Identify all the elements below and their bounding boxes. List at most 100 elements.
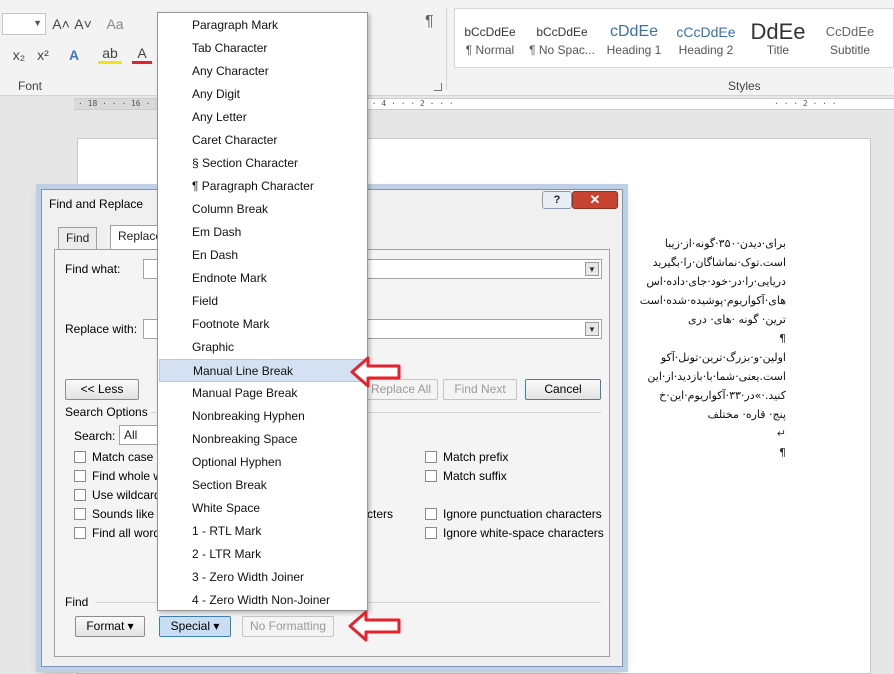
dialog-title: Find and Replace (49, 197, 144, 211)
menu-item-column-break[interactable]: Column Break (159, 198, 366, 221)
find-whole-words-checkbox[interactable] (74, 470, 86, 482)
doc-line: های·آکواریوم·پوشیده·شده·است (639, 294, 786, 307)
menu-item-section-break[interactable]: Section Break (159, 474, 366, 497)
help-button[interactable]: ? (542, 191, 572, 209)
menu-item-zero-width-non-joiner[interactable]: 4 - Zero Width Non-Joiner (159, 589, 366, 612)
find-all-word-forms-checkbox[interactable] (74, 527, 86, 539)
doc-line: برای·دیدن·۳۵۰·گونه·از·زیبا (664, 237, 786, 250)
menu-item-manual-line-break[interactable]: Manual Line Break (159, 359, 366, 382)
menu-item-endnote-mark[interactable]: Endnote Mark (159, 267, 366, 290)
menu-item-any-letter[interactable]: Any Letter (159, 106, 366, 129)
style-normal[interactable]: bCcDdEe ¶ Normal (455, 11, 525, 65)
match-prefix-checkbox[interactable] (425, 451, 437, 463)
use-wildcards-label: Use wildcard (92, 488, 161, 502)
doc-line: پنج· قاره· مختلف (707, 408, 787, 421)
style-heading-2[interactable]: cCcDdEe Heading 2 (671, 11, 741, 65)
menu-item-any-digit[interactable]: Any Digit (159, 83, 366, 106)
menu-item-en-dash[interactable]: En Dash (159, 244, 366, 267)
menu-item-nonbreaking-space[interactable]: Nonbreaking Space (159, 428, 366, 451)
menu-item-paragraph-character[interactable]: ¶ Paragraph Character (159, 175, 366, 198)
ignore-punctuation-label: Ignore punctuation characters (443, 507, 602, 521)
show-formatting-button[interactable]: ¶ (425, 13, 434, 31)
doc-line: اولین·و·بزرگ·ترین·تونل·آکو (660, 351, 786, 364)
style-no-spacing[interactable]: bCcDdEe ¶ No Spac... (527, 11, 597, 65)
find-whole-words-label: Find whole w (92, 469, 163, 483)
sounds-like-label: Sounds like ( (92, 507, 162, 521)
style-heading-1[interactable]: cDdEe Heading 1 (599, 11, 669, 65)
search-options-label: Search Options (65, 405, 148, 419)
styles-group-label: Styles (728, 79, 761, 93)
menu-item-optional-hyphen[interactable]: Optional Hyphen (159, 451, 366, 474)
paragraph-launcher-icon[interactable] (434, 83, 442, 91)
find-what-label: Find what: (65, 262, 121, 276)
find-section-label: Find (65, 595, 89, 609)
doc-line: کنید.·»در·۳۳·آکواریوم·این·خ (659, 389, 786, 402)
font-color-button[interactable]: A (132, 44, 152, 64)
menu-item-zero-width-joiner[interactable]: 3 - Zero Width Joiner (159, 566, 366, 589)
subscript-button[interactable]: x₂ (8, 44, 30, 66)
text-effects-button[interactable]: A (64, 44, 84, 66)
highlight-button[interactable]: ab (98, 44, 122, 64)
ruler-ticks-right: · · · 2 · · · (774, 99, 837, 108)
ignore-punctuation-checkbox[interactable] (425, 508, 437, 520)
doc-line: دریایی·را·در·خود·جای·داده·اس (646, 275, 786, 288)
no-formatting-button[interactable]: No Formatting (242, 616, 334, 637)
match-case-label: Match case (92, 450, 154, 464)
document-text[interactable]: برای·دیدن·۳۵۰·گونه·از·زیبا است.توک·نماشا… (610, 234, 786, 462)
sounds-like-label-tail: cters (367, 507, 394, 521)
special-button[interactable]: Special ▾ (159, 616, 231, 637)
style-subtitle[interactable]: CcDdEe Subtitle (815, 11, 885, 65)
menu-item-section-character[interactable]: § Section Character (159, 152, 366, 175)
menu-item-white-space[interactable]: White Space (159, 497, 366, 520)
cancel-button[interactable]: Cancel (525, 379, 601, 400)
menu-item-field[interactable]: Field (159, 290, 366, 313)
font-group-label: Font (18, 79, 43, 93)
doc-line: ترین· گونه ·های· دری (687, 313, 786, 326)
menu-item-ltr-mark[interactable]: 2 - LTR Mark (159, 543, 366, 566)
menu-item-paragraph-mark[interactable]: Paragraph Mark (159, 14, 366, 37)
menu-item-tab-character[interactable]: Tab Character (159, 37, 366, 60)
match-suffix-checkbox[interactable] (425, 470, 437, 482)
ignore-whitespace-label: Ignore white-space characters (443, 526, 604, 540)
menu-item-rtl-mark[interactable]: 1 - RTL Mark (159, 520, 366, 543)
match-prefix-label: Match prefix (443, 450, 509, 464)
menu-item-graphic[interactable]: Graphic (159, 336, 366, 359)
sounds-like-checkbox[interactable] (74, 508, 86, 520)
font-size-combo[interactable]: ▼ (2, 13, 46, 35)
tab-find[interactable]: Find (58, 227, 98, 249)
chevron-down-icon[interactable]: ▼ (585, 322, 599, 336)
menu-item-any-character[interactable]: Any Character (159, 60, 366, 83)
match-case-checkbox[interactable] (74, 451, 86, 463)
style-title[interactable]: DdEe Title (743, 11, 813, 65)
use-wildcards-checkbox[interactable] (74, 489, 86, 501)
menu-item-manual-page-break[interactable]: Manual Page Break (159, 382, 366, 405)
ignore-whitespace-checkbox[interactable] (425, 527, 437, 539)
group-separator (446, 8, 447, 90)
doc-line: است.توک·نماشاگان·را·بگیرید (652, 256, 786, 269)
replace-with-label: Replace with: (65, 322, 138, 336)
chevron-down-icon[interactable]: ▼ (585, 262, 599, 276)
chevron-down-icon[interactable]: ▼ (33, 18, 42, 28)
menu-item-footnote-mark[interactable]: Footnote Mark (159, 313, 366, 336)
paragraph-mark: ¶ (779, 332, 786, 345)
close-button[interactable]: ✕ (572, 191, 618, 209)
change-case-button[interactable]: Aa (102, 13, 128, 35)
superscript-button[interactable]: x² (32, 44, 54, 66)
paragraph-mark: ¶ (779, 446, 786, 459)
menu-item-nonbreaking-hyphen[interactable]: Nonbreaking Hyphen (159, 405, 366, 428)
match-suffix-label: Match suffix (443, 469, 507, 483)
format-button[interactable]: Format ▾ (75, 616, 145, 637)
red-arrow-icon (348, 610, 401, 642)
find-all-word-forms-label: Find all word (92, 526, 161, 540)
menu-item-caret-character[interactable]: Caret Character (159, 129, 366, 152)
menu-item-em-dash[interactable]: Em Dash (159, 221, 366, 244)
styles-gallery: bCcDdEe ¶ Normal bCcDdEe ¶ No Spac... cD… (454, 8, 894, 68)
shrink-font-button[interactable]: A˅ (74, 13, 92, 35)
grow-font-button[interactable]: A˄ (52, 13, 70, 35)
less-button[interactable]: << Less (65, 379, 139, 400)
special-menu: Paragraph Mark Tab Character Any Charact… (157, 12, 368, 611)
line-break-mark: ↵ (776, 427, 786, 440)
doc-line: است.یعنی·شما·با·بازدید·از·این (647, 370, 786, 383)
ribbon: ▼ A˄ A˅ Aa x₂ x² A ab A Font ¶ bCcDdEe ¶… (0, 0, 894, 96)
find-next-button[interactable]: Find Next (443, 379, 517, 400)
